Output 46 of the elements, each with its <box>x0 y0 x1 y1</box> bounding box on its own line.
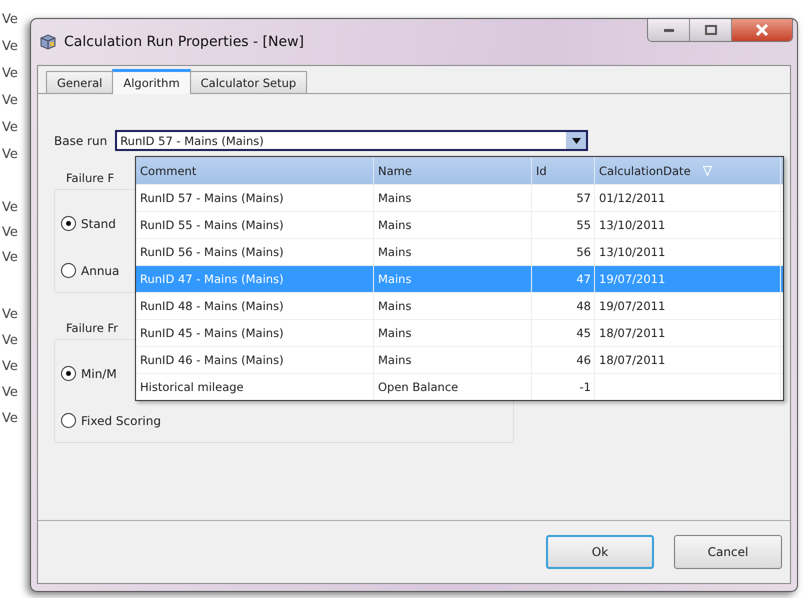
table-cell: RunID 57 - Mains (Mains) <box>136 185 374 211</box>
list-item-text: Ve <box>2 385 18 400</box>
table-cell: Open Balance <box>374 374 532 400</box>
list-item-text: Ve <box>2 307 18 322</box>
base-run-label: Base run <box>54 134 108 148</box>
table-cell: 19/07/2011 <box>599 272 666 286</box>
table-cell: 18/07/2011 <box>599 326 666 340</box>
list-item-text: Ve <box>2 225 18 240</box>
table-cell: Mains <box>374 320 532 346</box>
table-cell: 55 <box>532 212 595 238</box>
group-title: Failure F <box>66 171 114 185</box>
table-cell: 57 <box>532 185 595 211</box>
table-cell: Mains <box>374 347 532 373</box>
table-cell: RunID 47 - Mains (Mains) <box>136 266 374 292</box>
list-item-text: Ve <box>2 12 18 27</box>
list-item-text: Ve <box>2 120 18 135</box>
list-item-text: Ve <box>2 333 18 348</box>
table-cell: Mains <box>374 212 532 238</box>
group-title: Failure Fr <box>66 321 118 335</box>
table-cell: 48 <box>532 293 595 319</box>
table-cell: Mains <box>374 293 532 319</box>
list-item-text: Ve <box>2 93 18 108</box>
list-item-text: Ve <box>2 66 18 81</box>
table-cell: 46 <box>532 347 595 373</box>
table-cell: 19/07/2011 <box>599 299 666 313</box>
table-cell: 13/10/2011 <box>599 218 666 232</box>
window-title: Calculation Run Properties - [New] <box>64 34 304 50</box>
list-item-text: Ve <box>2 39 18 54</box>
table-cell: RunID 48 - Mains (Mains) <box>136 293 374 319</box>
list-item-text: Ve <box>2 250 18 265</box>
table-cell: 47 <box>532 266 595 292</box>
table-cell: -1 <box>532 374 595 400</box>
table-cell: RunID 45 - Mains (Mains) <box>136 320 374 346</box>
table-cell: 18/07/2011 <box>599 353 666 367</box>
list-item-text: Ve <box>2 359 18 374</box>
table-cell: Mains <box>374 185 532 211</box>
table-cell: 13/10/2011 <box>599 245 666 259</box>
table-cell: Historical mileage <box>136 374 374 400</box>
table-cell: 45 <box>532 320 595 346</box>
table-cell: RunID 55 - Mains (Mains) <box>136 212 374 238</box>
list-item-text: Ve <box>2 200 18 215</box>
list-item-text: Ve <box>2 147 18 162</box>
table-cell: 01/12/2011 <box>599 191 666 205</box>
table-cell: RunID 46 - Mains (Mains) <box>136 347 374 373</box>
list-item-text: Ve <box>2 411 18 426</box>
table-cell: Mains <box>374 266 532 292</box>
